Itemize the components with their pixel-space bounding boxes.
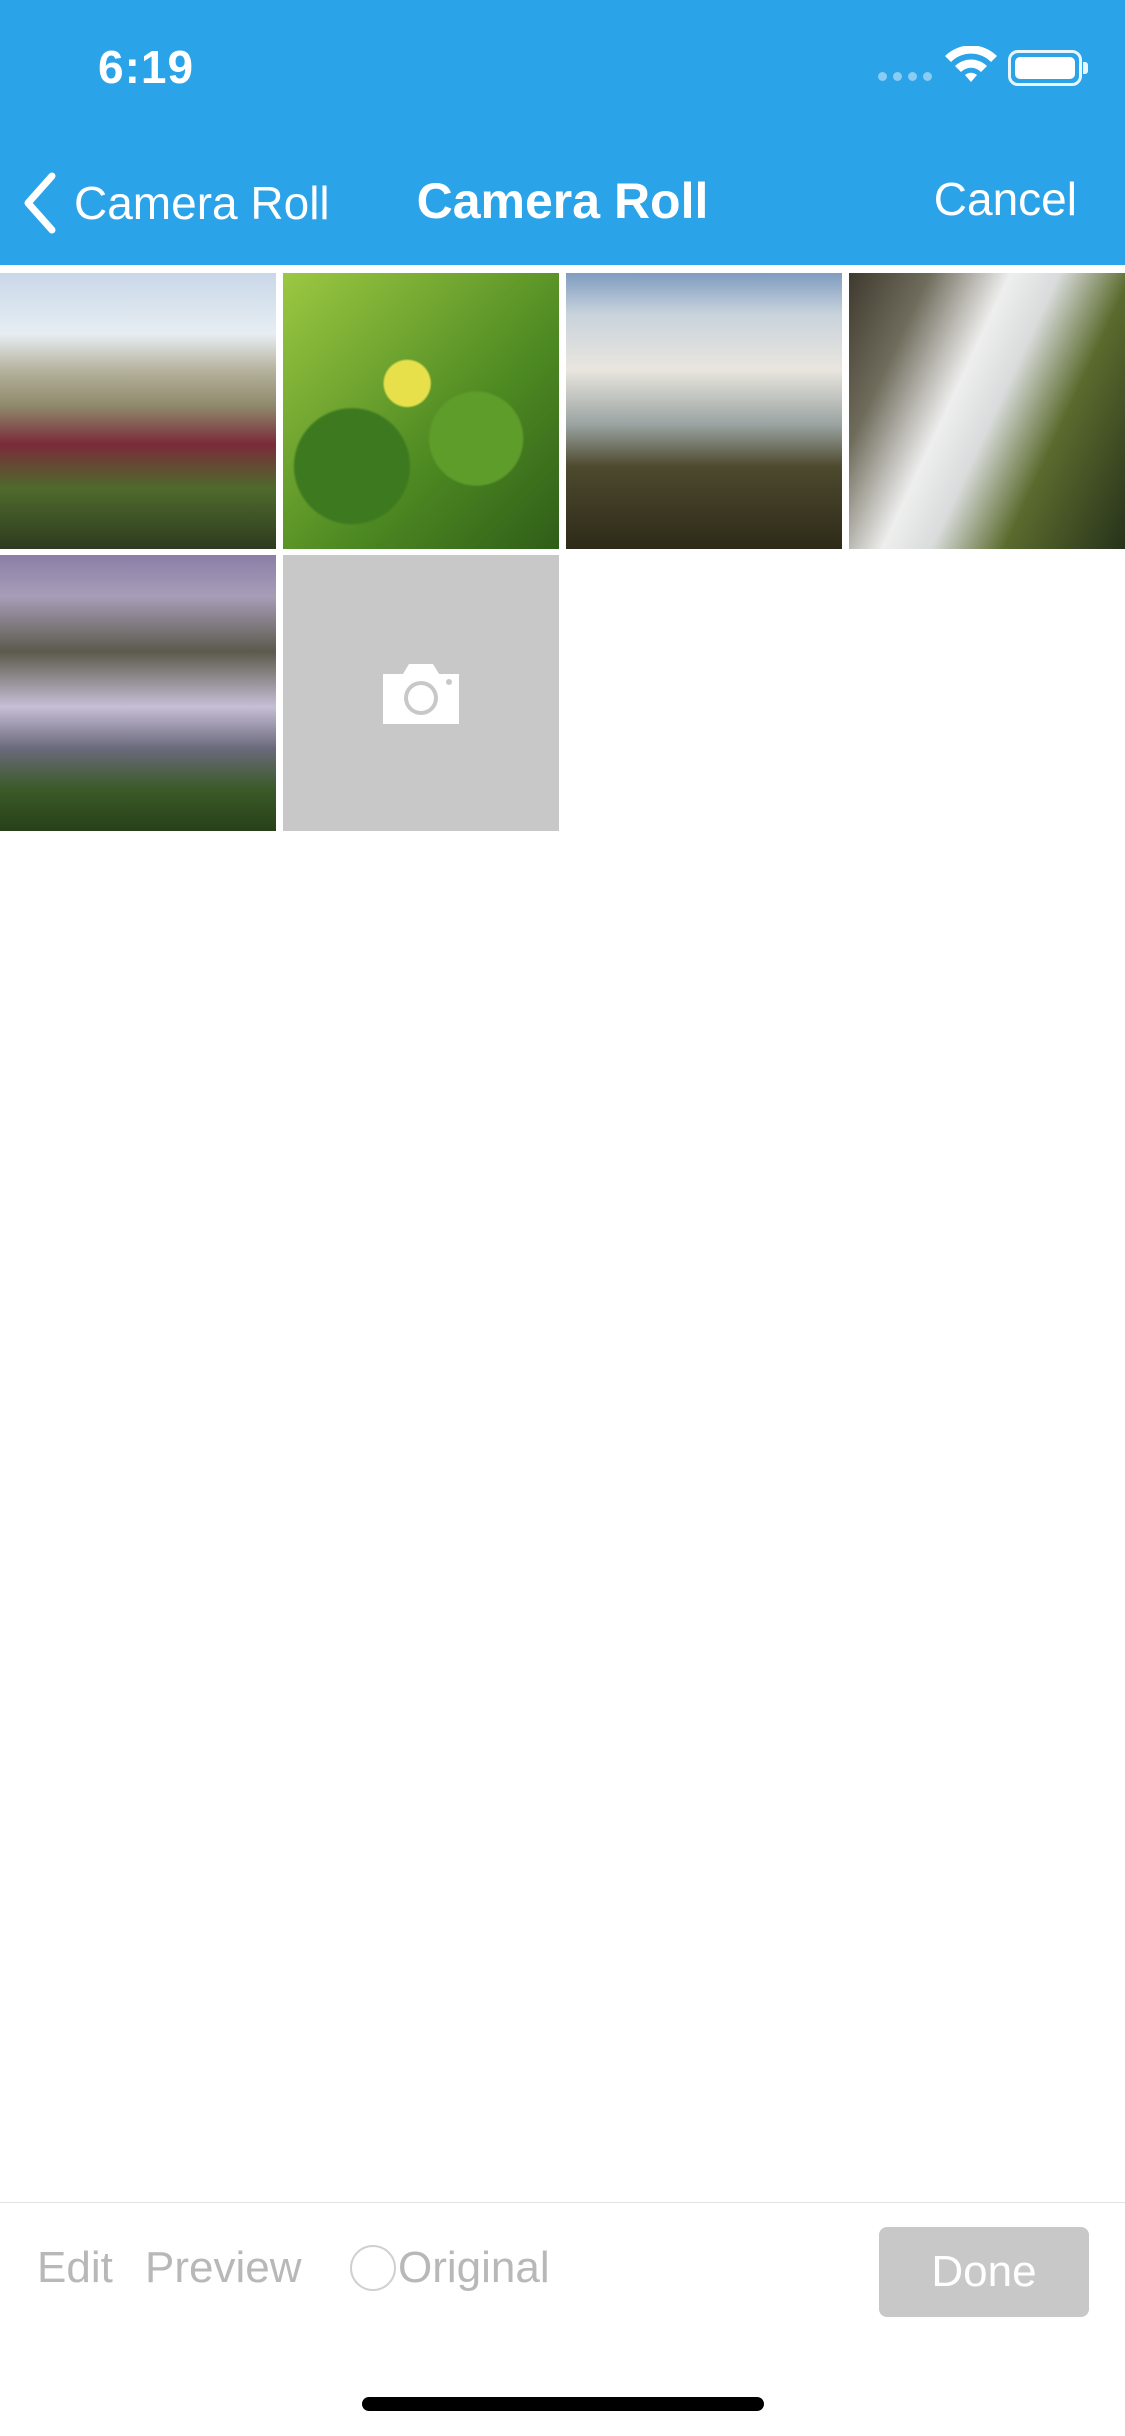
- home-indicator: [362, 2397, 764, 2411]
- photo-picker-screen: 6:19 Camera Roll Camera Roll Cancel Edit…: [0, 0, 1125, 2436]
- take-photo-tile[interactable]: [283, 555, 559, 831]
- navigation-bar: Camera Roll Camera Roll Cancel: [0, 140, 1125, 265]
- photo-thumbnail[interactable]: [566, 273, 842, 549]
- cellular-signal-icon: [878, 72, 932, 81]
- photo-thumbnail[interactable]: [0, 555, 276, 831]
- preview-button[interactable]: Preview: [145, 2243, 302, 2293]
- original-toggle[interactable]: Original: [350, 2243, 550, 2293]
- status-time: 6:19: [98, 41, 195, 93]
- radio-circle-icon: [350, 2245, 396, 2291]
- cancel-button[interactable]: Cancel: [934, 172, 1077, 226]
- edit-button[interactable]: Edit: [37, 2243, 113, 2293]
- photo-thumbnail[interactable]: [849, 273, 1125, 549]
- battery-icon: [1008, 50, 1088, 86]
- original-label: Original: [398, 2243, 550, 2292]
- wifi-icon: [945, 46, 997, 82]
- photo-thumbnail[interactable]: [283, 273, 559, 549]
- done-button[interactable]: Done: [879, 2227, 1089, 2317]
- photo-thumbnail[interactable]: [0, 273, 276, 549]
- status-bar: 6:19: [0, 0, 1125, 140]
- camera-icon: [383, 664, 459, 724]
- header-bar: 6:19 Camera Roll Camera Roll Cancel: [0, 0, 1125, 265]
